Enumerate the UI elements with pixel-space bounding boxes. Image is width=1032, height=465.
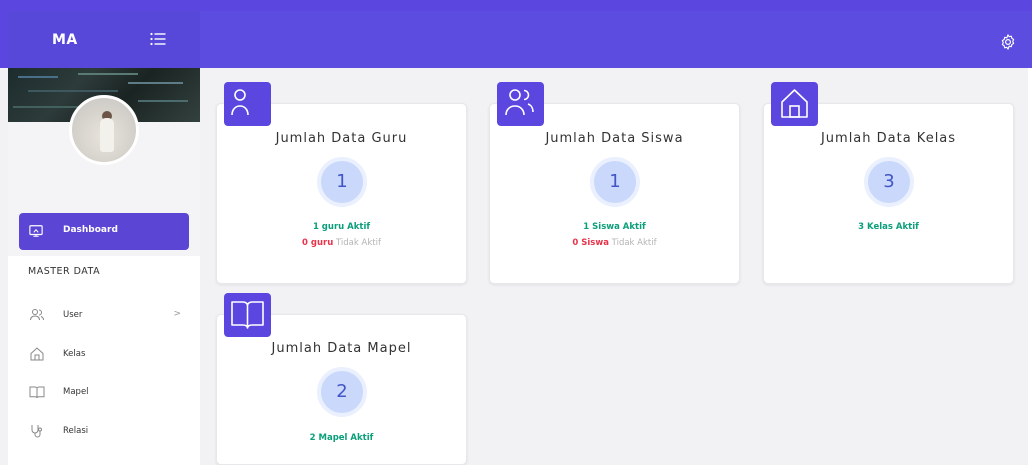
menu-list-icon[interactable] bbox=[150, 32, 166, 46]
card-badge-guru bbox=[224, 82, 271, 126]
sidebar-item-label: Relasi bbox=[63, 426, 89, 436]
sidebar-item-mapel[interactable]: Mapel bbox=[19, 377, 189, 407]
home-icon bbox=[30, 347, 44, 361]
card-title: Jumlah Data Siswa bbox=[545, 131, 684, 146]
top-bar-main bbox=[200, 11, 1032, 68]
sidebar-item-label: Kelas bbox=[63, 349, 86, 359]
scrollbar[interactable] bbox=[1028, 68, 1032, 465]
card-count: 2 bbox=[317, 367, 367, 417]
users-icon bbox=[505, 89, 534, 116]
sidebar-item-label: Mapel bbox=[63, 387, 89, 397]
card-kelas: Jumlah Data Kelas 3 3 Kelas Aktif bbox=[763, 103, 1014, 284]
card-badge-siswa bbox=[497, 82, 544, 126]
inactive-count: 0 guru Tidak Aktif bbox=[217, 238, 466, 248]
card-title: Jumlah Data Mapel bbox=[271, 341, 412, 356]
card-guru: Jumlah Data Guru 1 1 guru Aktif 0 guru T… bbox=[216, 103, 467, 284]
chevron-right-icon: > bbox=[173, 309, 181, 319]
users-icon bbox=[30, 309, 44, 321]
active-count: 1 Siswa Aktif bbox=[583, 222, 646, 232]
sidebar: kai Dashboard MASTER DATA User > Kelas M… bbox=[8, 68, 200, 465]
book-icon bbox=[29, 386, 45, 399]
sidebar-item-kelas[interactable]: Kelas bbox=[19, 339, 189, 369]
user-icon bbox=[231, 89, 249, 116]
card-badge-kelas bbox=[771, 82, 818, 126]
active-count: 3 Kelas Aktif bbox=[858, 222, 919, 232]
card-title: Jumlah Data Kelas bbox=[820, 131, 957, 146]
top-bar: MA bbox=[0, 0, 1032, 68]
section-title: MASTER DATA bbox=[28, 266, 101, 277]
inactive-count: 0 Siswa Tidak Aktif bbox=[490, 238, 739, 248]
inactive-label: Tidak Aktif bbox=[608, 238, 657, 248]
avatar-figure bbox=[100, 118, 114, 152]
inactive-count-value: 0 guru bbox=[302, 238, 334, 248]
card-count: 1 bbox=[317, 157, 367, 207]
inactive-count-value: 0 Siswa bbox=[572, 238, 609, 248]
card-title: Jumlah Data Guru bbox=[275, 131, 408, 146]
sidebar-item-relasi[interactable]: Relasi bbox=[19, 416, 189, 446]
sidebar-item-user[interactable]: User > bbox=[19, 300, 189, 330]
logo-area bbox=[8, 11, 200, 68]
brand-logo[interactable]: MA bbox=[52, 32, 78, 48]
inactive-label: Tidak Aktif bbox=[333, 238, 381, 248]
card-count: 1 bbox=[590, 157, 640, 207]
sidebar-item-label: Dashboard bbox=[63, 225, 118, 235]
monitor-icon bbox=[29, 225, 43, 237]
active-count: 1 guru Aktif bbox=[312, 222, 371, 232]
sidebar-item-label: User bbox=[63, 310, 83, 320]
book-icon bbox=[231, 301, 264, 329]
avatar bbox=[69, 95, 139, 165]
active-count: 2 Mapel Aktif bbox=[309, 433, 374, 443]
sidebar-item-dashboard[interactable]: Dashboard bbox=[19, 213, 189, 250]
gear-icon[interactable] bbox=[999, 33, 1017, 51]
card-badge-mapel bbox=[224, 293, 271, 337]
stethoscope-icon bbox=[31, 425, 42, 438]
card-siswa: Jumlah Data Siswa 1 1 Siswa Aktif 0 Sisw… bbox=[489, 103, 740, 284]
home-icon bbox=[781, 89, 808, 118]
card-count: 3 bbox=[864, 157, 914, 207]
